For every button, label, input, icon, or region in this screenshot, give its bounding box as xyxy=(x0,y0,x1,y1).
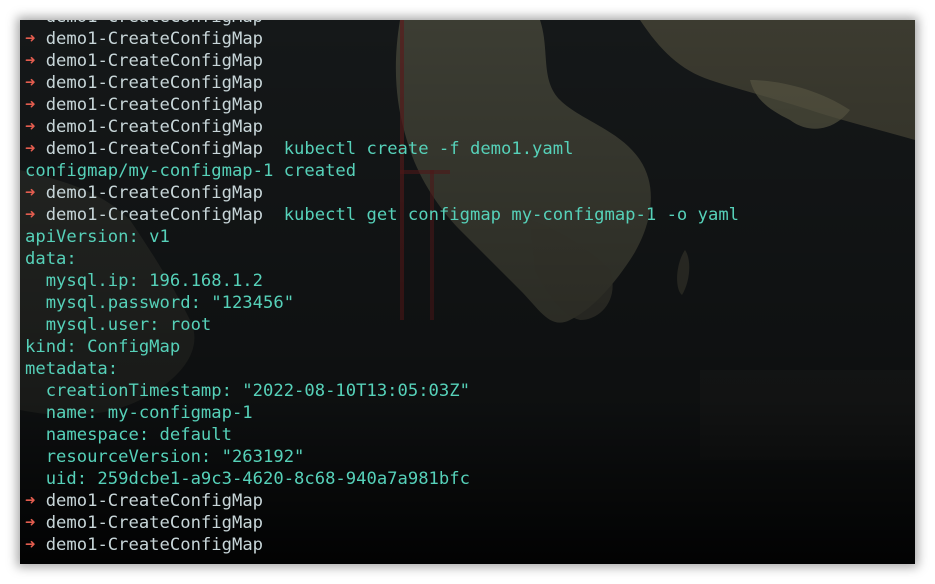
prompt-arrow-icon: ➜ xyxy=(25,183,36,203)
output-text: creationTimestamp: "2022-08-10T13:05:03Z… xyxy=(25,381,470,401)
command-text: kubectl create -f demo1.yaml xyxy=(263,139,574,159)
prompt-directory: demo1-CreateConfigMap xyxy=(35,491,264,511)
command-text: kubectl get configmap my-configmap-1 -o … xyxy=(263,205,740,225)
prompt-arrow-icon: ➜ xyxy=(25,29,36,49)
prompt-arrow-icon: ➜ xyxy=(25,73,36,93)
output-line: creationTimestamp: "2022-08-10T13:05:03Z… xyxy=(25,380,910,402)
prompt-line: ➜ demo1-CreateConfigMap xyxy=(25,534,910,556)
prompt-directory: demo1-CreateConfigMap xyxy=(35,139,264,159)
output-text: configmap/my-configmap-1 created xyxy=(25,161,357,181)
output-text: uid: 259dcbe1-a9c3-4620-8c68-940a7a981bf… xyxy=(25,469,470,489)
terminal-output[interactable]: ➜ demo1-CreateConfigMap ➜ demo1-CreateCon… xyxy=(25,20,910,556)
prompt-arrow-icon: ➜ xyxy=(25,139,36,159)
prompt-line: ➜ demo1-CreateConfigMap kubectl create -… xyxy=(25,138,910,160)
terminal-window[interactable]: ➜ demo1-CreateConfigMap ➜ demo1-CreateCon… xyxy=(20,20,915,564)
output-line: resourceVersion: "263192" xyxy=(25,446,910,468)
prompt-directory: demo1-CreateConfigMap xyxy=(35,513,264,533)
prompt-directory: demo1-CreateConfigMap xyxy=(35,117,264,137)
output-text: mysql.user: root xyxy=(25,315,212,335)
output-text: namespace: default xyxy=(25,425,232,445)
prompt-line: ➜ demo1-CreateConfigMap xyxy=(25,490,910,512)
prompt-directory: demo1-CreateConfigMap xyxy=(35,205,264,225)
prompt-line: ➜ demo1-CreateConfigMap xyxy=(25,512,910,534)
prompt-arrow-icon: ➜ xyxy=(25,117,36,137)
output-line: metadata: xyxy=(25,358,910,380)
prompt-arrow-icon: ➜ xyxy=(25,51,36,71)
prompt-arrow-icon: ➜ xyxy=(25,95,36,115)
output-text: metadata: xyxy=(25,359,119,379)
prompt-arrow-icon: ➜ xyxy=(25,535,36,555)
output-line: kind: ConfigMap xyxy=(25,336,910,358)
prompt-line: ➜ demo1-CreateConfigMap kubectl get conf… xyxy=(25,204,910,226)
prompt-line: ➜ demo1-CreateConfigMap xyxy=(25,20,910,28)
prompt-arrow-icon: ➜ xyxy=(25,491,36,511)
prompt-line: ➜ demo1-CreateConfigMap xyxy=(25,28,910,50)
output-line: uid: 259dcbe1-a9c3-4620-8c68-940a7a981bf… xyxy=(25,468,910,490)
prompt-directory: demo1-CreateConfigMap xyxy=(35,51,264,71)
output-line: name: my-configmap-1 xyxy=(25,402,910,424)
prompt-directory: demo1-CreateConfigMap xyxy=(35,183,264,203)
prompt-directory: demo1-CreateConfigMap xyxy=(35,29,264,49)
output-text: name: my-configmap-1 xyxy=(25,403,253,423)
output-line: configmap/my-configmap-1 created xyxy=(25,160,910,182)
prompt-directory: demo1-CreateConfigMap xyxy=(35,73,264,93)
prompt-line: ➜ demo1-CreateConfigMap xyxy=(25,94,910,116)
prompt-arrow-icon: ➜ xyxy=(25,205,36,225)
output-line: mysql.user: root xyxy=(25,314,910,336)
output-line: namespace: default xyxy=(25,424,910,446)
prompt-line: ➜ demo1-CreateConfigMap xyxy=(25,50,910,72)
output-text: mysql.ip: 196.168.1.2 xyxy=(25,271,263,291)
prompt-line: ➜ demo1-CreateConfigMap xyxy=(25,182,910,204)
output-text: resourceVersion: "263192" xyxy=(25,447,305,467)
prompt-directory: demo1-CreateConfigMap xyxy=(35,20,263,27)
output-text: mysql.password: "123456" xyxy=(25,293,295,313)
prompt-directory: demo1-CreateConfigMap xyxy=(35,535,264,555)
output-line: apiVersion: v1 xyxy=(25,226,910,248)
output-text: data: xyxy=(25,249,77,269)
output-line: mysql.ip: 196.168.1.2 xyxy=(25,270,910,292)
prompt-arrow-icon: ➜ xyxy=(25,513,36,533)
output-text: apiVersion: v1 xyxy=(25,227,170,247)
prompt-line: ➜ demo1-CreateConfigMap xyxy=(25,116,910,138)
output-line: data: xyxy=(25,248,910,270)
prompt-line: ➜ demo1-CreateConfigMap xyxy=(25,72,910,94)
prompt-directory: demo1-CreateConfigMap xyxy=(35,95,264,115)
prompt-arrow-icon: ➜ xyxy=(25,20,35,27)
output-text: kind: ConfigMap xyxy=(25,337,181,357)
output-line: mysql.password: "123456" xyxy=(25,292,910,314)
